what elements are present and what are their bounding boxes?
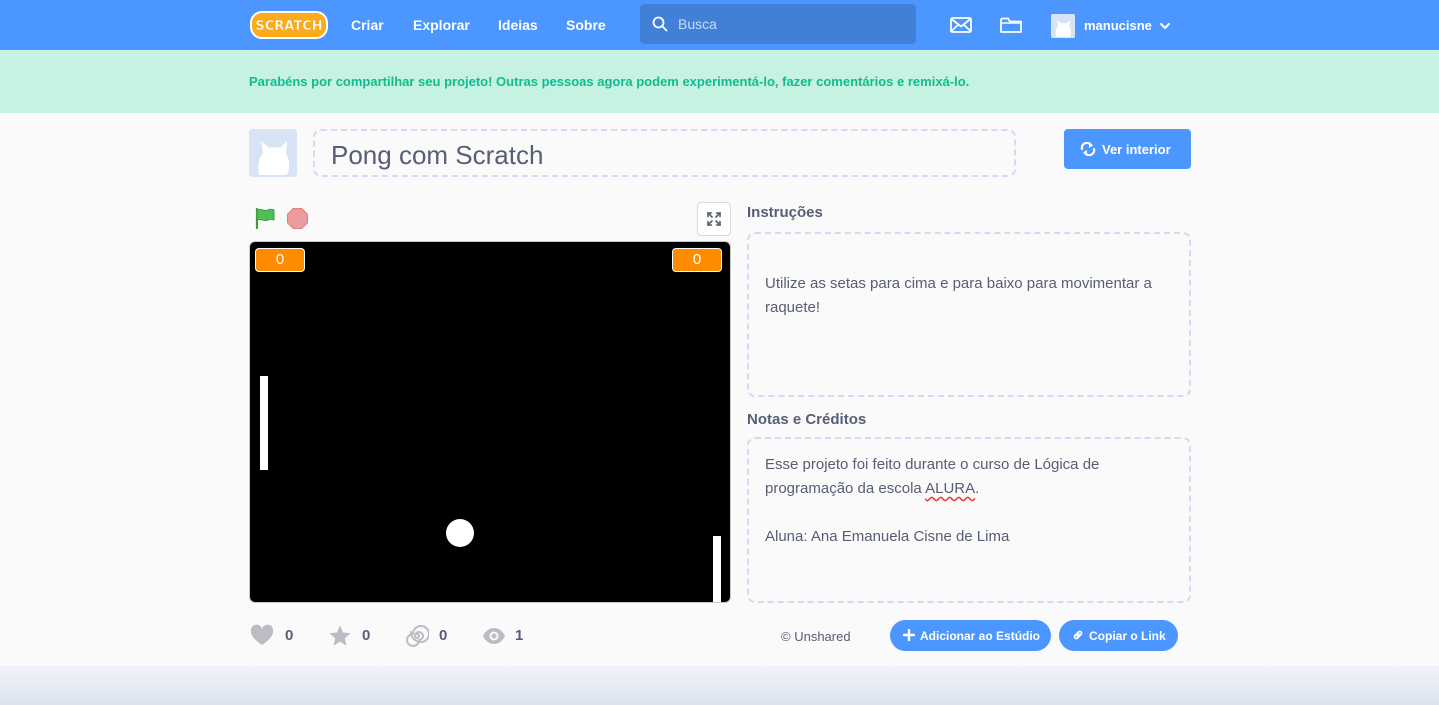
right-paddle	[713, 536, 721, 602]
see-inside-label: Ver interior	[1102, 142, 1171, 157]
left-paddle	[260, 376, 268, 470]
nav-link-explorar[interactable]: Explorar	[413, 17, 470, 33]
instructions-textarea[interactable]: Utilize as setas para cima e para baixo …	[747, 232, 1191, 397]
cat-avatar-icon	[1051, 14, 1075, 38]
favorite-count: 0	[362, 627, 371, 644]
nav-link-criar[interactable]: Criar	[351, 17, 384, 33]
share-success-banner: Parabéns por compartilhar seu projeto! O…	[0, 50, 1439, 113]
love-heart-icon[interactable]	[250, 624, 274, 648]
search-input[interactable]	[678, 14, 898, 34]
unshared-status: © Unshared	[781, 629, 851, 644]
project-stage[interactable]: 0 0	[249, 241, 731, 603]
search-icon	[652, 16, 668, 32]
notes-line-2: Aluna: Ana Emanuela Cisne de Lima	[765, 528, 1010, 545]
chevron-down-icon[interactable]	[1158, 19, 1172, 33]
view-count: 1	[515, 627, 524, 644]
unshared-label: Unshared	[794, 629, 851, 644]
ball	[446, 519, 474, 547]
notes-line-1: Esse projeto foi feito durante o curso d…	[765, 453, 1173, 501]
remix-arrows-icon	[1080, 142, 1096, 156]
my-stuff-folder-icon[interactable]	[999, 13, 1023, 37]
plus-icon	[903, 629, 915, 641]
scratch-logo[interactable]: SCRATCH	[250, 11, 328, 39]
views-eye-icon	[483, 628, 505, 644]
user-avatar[interactable]	[1051, 14, 1075, 38]
nav-link-sobre[interactable]: Sobre	[566, 17, 606, 33]
search-bar	[640, 4, 916, 44]
remix-count: 0	[439, 627, 448, 644]
notes-credits-label: Notas e Créditos	[747, 411, 867, 428]
project-title: Pong com Scratch	[331, 140, 544, 170]
favorite-star-icon[interactable]	[328, 624, 352, 648]
instructions-text: Utilize as setas para cima e para baixo …	[765, 275, 1152, 316]
fullscreen-button[interactable]	[697, 202, 731, 236]
messages-icon[interactable]	[949, 13, 973, 37]
score-monitor-left: 0	[255, 248, 305, 272]
notes-line-1-end: .	[975, 480, 980, 497]
copy-link-label: Copiar o Link	[1089, 629, 1166, 643]
project-owner-avatar[interactable]	[249, 129, 297, 177]
stop-sign-icon[interactable]	[287, 208, 308, 229]
link-icon	[1073, 630, 1083, 640]
top-navbar: SCRATCH Criar Explorar Ideias Sobre manu…	[0, 0, 1439, 50]
score-monitor-right: 0	[672, 248, 722, 272]
add-to-studio-label: Adicionar ao Estúdio	[920, 629, 1041, 643]
banner-message: Parabéns por compartilhar seu projeto! O…	[249, 74, 970, 89]
nav-link-ideias[interactable]: Ideias	[498, 17, 538, 33]
green-flag-icon[interactable]	[254, 207, 276, 229]
instructions-label: Instruções	[747, 204, 823, 221]
cat-avatar-icon	[249, 129, 297, 177]
expand-icon	[707, 212, 721, 226]
see-inside-button[interactable]: Ver interior	[1064, 129, 1191, 169]
misspelled-word: ALURA	[925, 480, 976, 497]
add-to-studio-button[interactable]: Adicionar ao Estúdio	[890, 620, 1051, 651]
remix-spiral-icon	[406, 625, 429, 647]
notes-credits-textarea[interactable]: Esse projeto foi feito durante o curso d…	[747, 437, 1191, 603]
page-footer-edge	[0, 666, 1439, 705]
username-label[interactable]: manucisne	[1084, 18, 1152, 33]
love-count: 0	[285, 627, 294, 644]
svg-text:SCRATCH: SCRATCH	[255, 19, 322, 34]
project-title-field[interactable]: Pong com Scratch	[313, 129, 1016, 177]
copy-link-button[interactable]: Copiar o Link	[1059, 620, 1178, 651]
